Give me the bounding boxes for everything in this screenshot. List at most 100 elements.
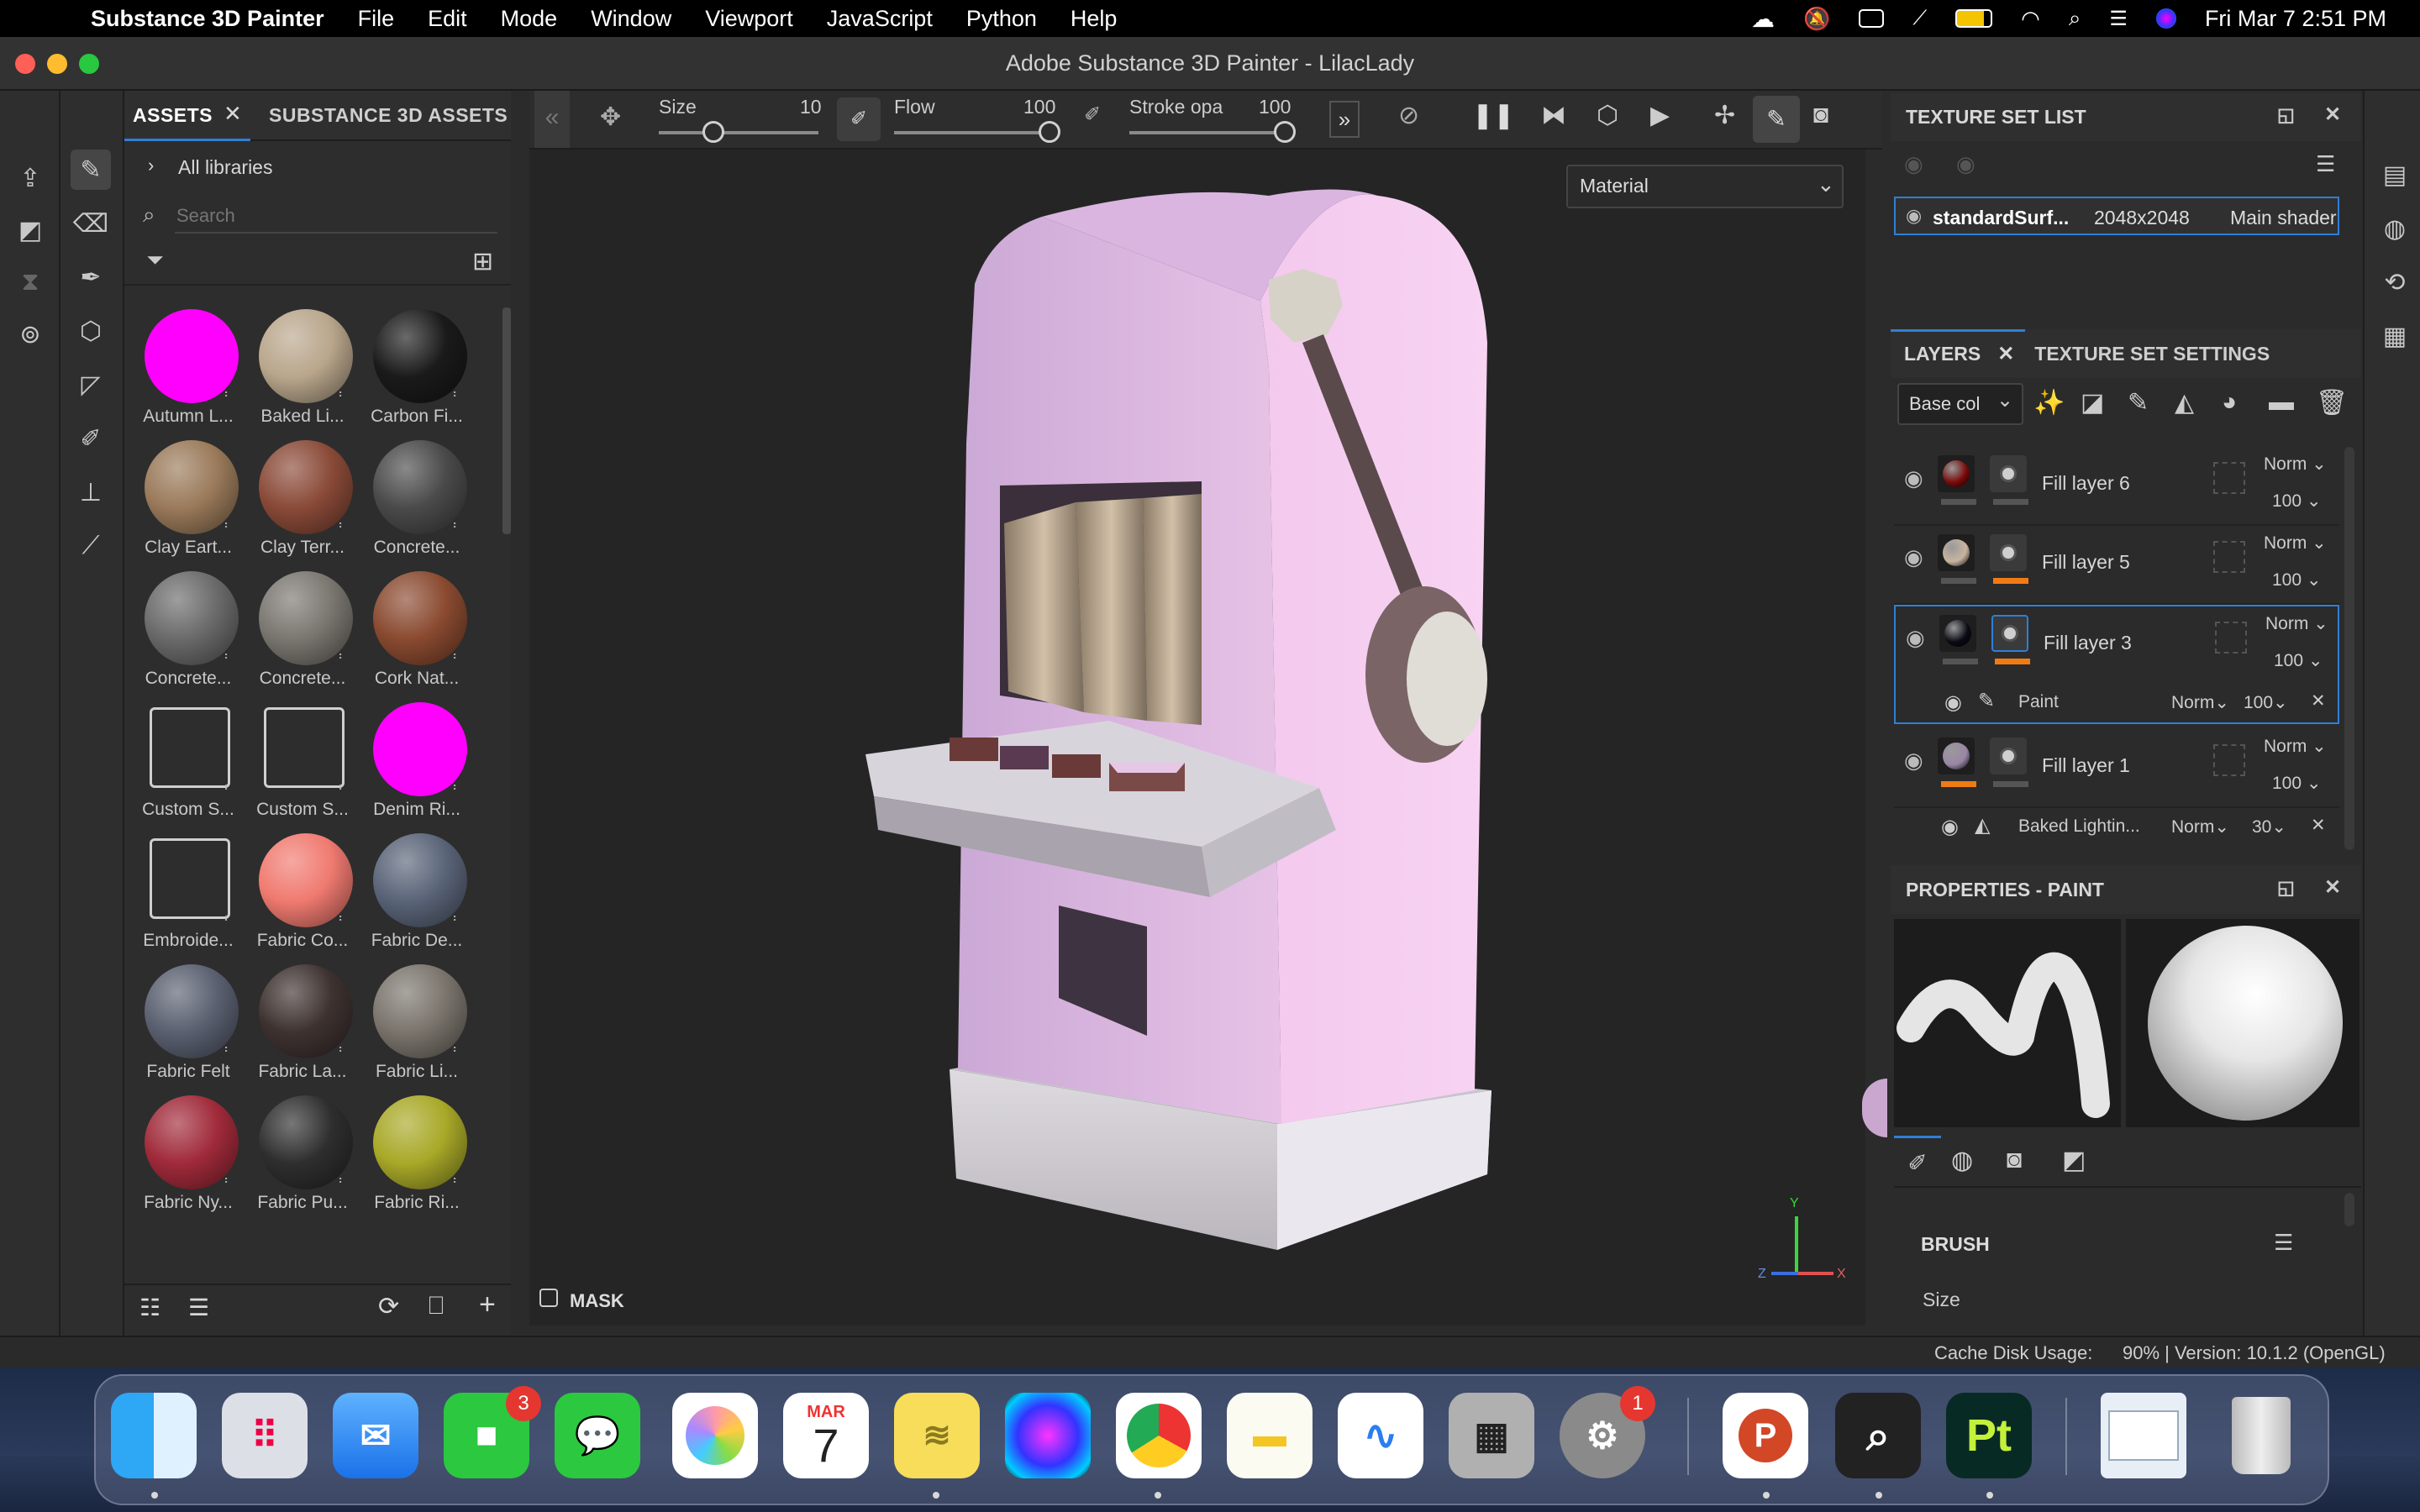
paint-effect-row[interactable]: ◉ ✎ Paint Norm⌄ 100⌄ ✕ [1894,682,2339,724]
finder-icon[interactable] [111,1393,197,1478]
float-panel-icon[interactable]: ◱ [2277,104,2295,126]
pressure-flow-icon[interactable]: ✐ [1084,102,1101,127]
close-panel-icon[interactable]: ✕ [2324,102,2341,127]
eye-icon[interactable]: ◉ [1904,465,1923,491]
solo-icon[interactable]: ◉ [1956,151,1975,177]
input-menu-icon[interactable] [1859,9,1885,28]
blend-mode-select[interactable]: Norm ⌄ [2265,613,2328,634]
stroke-opacity-slider[interactable] [1129,131,1289,134]
flow-slider-knob[interactable] [1039,121,1060,143]
effect-blend-select[interactable]: Norm⌄ [2171,692,2229,713]
collapse-left-icon[interactable]: « [534,91,570,148]
notes-icon[interactable]: ▬ [1227,1393,1313,1478]
eye-icon[interactable]: ◉ [1906,205,1922,227]
brush-presets-icon[interactable]: ☰ [2274,1230,2293,1256]
spotlight-icon[interactable]: ⌕ [2069,5,2081,32]
display-mode-icon[interactable]: ⬡ [1597,101,1618,130]
delete-layer-icon[interactable]: 🗑 [2316,388,2348,417]
add-asset-icon[interactable]: + [479,1289,496,1321]
grid-view-icon[interactable]: ⊞ [472,247,493,276]
flow-value[interactable]: 100 [1023,96,1055,118]
asset-menu-icon[interactable]: ⠆ [452,648,464,662]
add-smart-material-icon[interactable]: ◕ [2222,388,2237,417]
asset-menu-icon[interactable]: ⠆ [452,780,464,793]
photos-icon[interactable] [672,1393,758,1478]
screen-studio-icon[interactable]: ⌕ [1835,1393,1921,1478]
library-breadcrumb[interactable]: All libraries [178,156,272,179]
eye-icon[interactable]: ◉ [1904,544,1923,570]
effect-opacity[interactable]: 100⌄ [2244,692,2288,713]
asset-item[interactable]: ⠆ Clay Eart... [131,433,245,564]
asset-item[interactable]: ⠆ Concrete... [131,564,245,696]
paint-mode-icon[interactable]: ✎ [1753,96,1800,143]
menu-viewport[interactable]: Viewport [705,6,793,32]
asset-item[interactable]: ⠆ Embroide... [131,827,245,958]
brush-tab-icon[interactable]: ✐ [1894,1136,1941,1189]
opacity-value[interactable]: 100 ⌄ [2272,491,2321,512]
opacity-value[interactable]: 100 ⌄ [2272,773,2321,794]
material-tab-icon[interactable]: ◩ [2062,1146,2086,1175]
texture-set-row[interactable]: ◉ standardSurf... 2048x2048 Main shader [1894,197,2339,235]
stroke-opacity-value[interactable]: 100 [1259,96,1291,118]
asset-item[interactable]: ⠆ Custom S... [131,696,245,827]
stroke-opacity-slider-knob[interactable] [1274,121,1296,143]
asset-item[interactable]: ⠆ Cork Nat... [360,564,474,696]
asset-menu-icon[interactable]: ⠆ [224,648,235,662]
stickies-icon[interactable]: ≋ [894,1393,980,1478]
calendar-icon[interactable]: MAR 7 [783,1393,869,1478]
menu-mode[interactable]: Mode [501,6,558,32]
blend-mode-select[interactable]: Norm ⌄ [2264,454,2327,475]
asset-menu-icon[interactable]: ⠆ [338,648,350,662]
texture-set-menu-icon[interactable]: ☰ [2316,151,2335,177]
asset-menu-icon[interactable]: ⠆ [224,517,235,531]
asset-menu-icon[interactable]: ⠆ [338,386,350,400]
menu-window[interactable]: Window [591,6,671,32]
log-icon[interactable]: ▦ [2375,316,2415,356]
asset-item[interactable]: ⠆ Fabric Ny... [131,1089,245,1220]
layer-mask-thumbnail[interactable] [1990,738,2027,774]
expand-toolbar-icon[interactable]: » [1329,101,1360,138]
siri-icon[interactable] [2155,8,2176,29]
asset-item[interactable]: ⠆ Baked Li... [245,302,360,433]
flow-slider[interactable] [894,131,1054,134]
asset-menu-icon[interactable]: ⠆ [452,1042,464,1055]
asset-item[interactable]: ⠆ Fabric Pu... [245,1089,360,1220]
layer-effect-slot[interactable] [2213,462,2245,494]
pressure-size-icon[interactable]: ✐ [837,97,881,141]
pause-icon[interactable]: ❚❚ [1472,101,1514,130]
mail-icon[interactable]: ✉ [333,1393,418,1478]
bake-icon[interactable]: ◩ [10,210,50,250]
blend-mode-select[interactable]: Norm ⌄ [2264,736,2327,757]
control-center-icon[interactable]: ☰ [2109,7,2128,31]
sort-icon[interactable]: ☰ [188,1294,209,1321]
trash-icon[interactable] [2218,1393,2304,1478]
eye-icon[interactable]: ◉ [1906,625,1925,651]
asset-menu-icon[interactable]: ⠆ [338,1173,350,1186]
size-value[interactable]: 10 [800,96,822,118]
layer-name[interactable]: Fill layer 3 [2044,632,2132,654]
assets-scrollbar[interactable] [502,307,511,534]
channel-select[interactable]: Base col ⌄ [1897,383,2023,425]
asset-item[interactable]: ⠆ Fabric La... [245,958,360,1089]
add-fill-layer-icon[interactable]: ◭ [2175,388,2194,417]
asset-menu-icon[interactable]: ⠆ [452,386,464,400]
float-panel-icon[interactable]: ◱ [2277,877,2295,899]
siri-icon[interactable] [1005,1393,1091,1478]
tab-substance-assets[interactable]: SUBSTANCE 3D ASSETS [269,104,508,127]
layer-name[interactable]: Fill layer 5 [2042,551,2130,574]
texture-set-shader[interactable]: Main shader [2230,207,2337,229]
tab-assets[interactable]: ASSETS [133,104,213,127]
eye-icon[interactable]: ◉ [1904,748,1923,774]
layers-scrollbar[interactable] [2344,447,2354,850]
history-panel-icon[interactable]: ⟲ [2375,262,2415,302]
effect-blend-select[interactable]: Norm⌄ [2171,816,2229,837]
refresh-icon[interactable]: ⟳ [378,1292,399,1321]
size-slider[interactable] [659,131,818,134]
layer-effect-slot[interactable] [2213,541,2245,573]
mute-icon[interactable]: 🔕 [1803,6,1830,32]
asset-item[interactable]: ⠆ Concrete... [360,433,474,564]
asset-menu-icon[interactable]: ⠆ [224,386,235,400]
wifi-icon[interactable]: ◠ [2021,6,2040,32]
messages-icon[interactable]: 💬 [555,1393,640,1478]
display-settings-icon[interactable]: ◍ [2375,208,2415,249]
